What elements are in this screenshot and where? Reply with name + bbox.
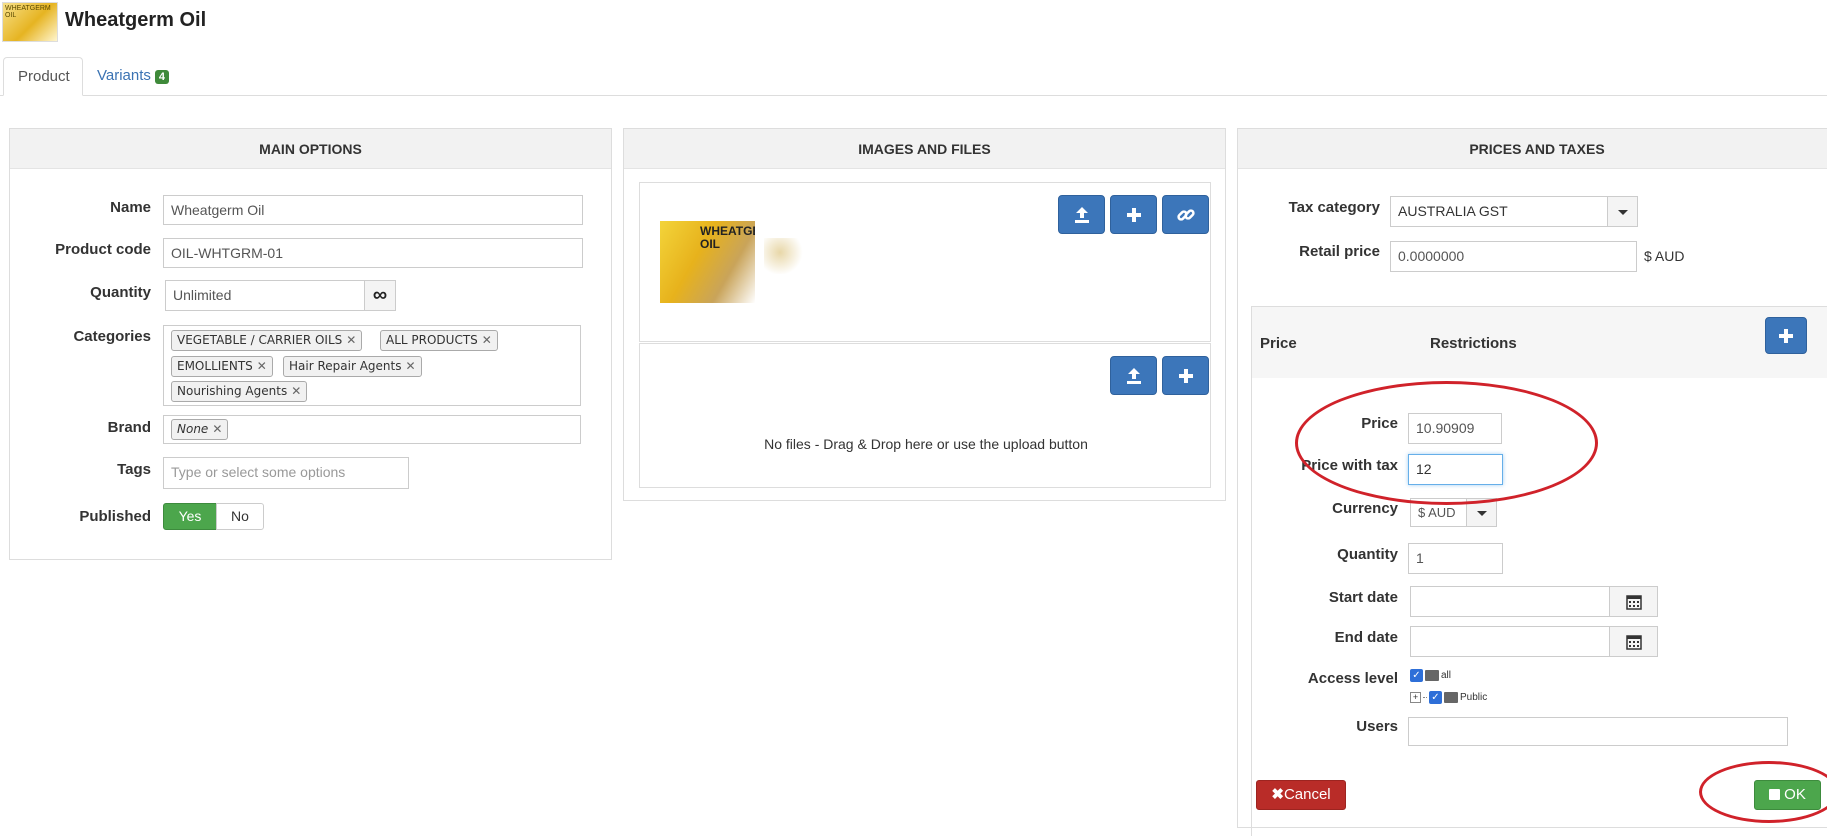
folder-icon	[1444, 691, 1458, 703]
product-code-label: Product code	[55, 241, 151, 258]
categories-select[interactable]: VEGETABLE / CARRIER OILS ✕ ALL PRODUCTS ✕ …	[163, 325, 581, 406]
price-table-header	[1252, 307, 1827, 378]
users-label: Users	[1356, 718, 1398, 735]
images-dropzone[interactable]: WHEATGERM OIL	[639, 182, 1211, 342]
expand-icon: +	[1410, 691, 1421, 703]
tax-category-dropdown-button[interactable]	[1607, 196, 1638, 227]
start-date-input[interactable]	[1410, 586, 1610, 617]
cancel-button[interactable]: ✖Cancel	[1256, 780, 1346, 810]
published-label: Published	[79, 508, 151, 525]
published-yes-button[interactable]: Yes	[163, 503, 217, 530]
plus-icon	[1126, 208, 1141, 222]
tabs-divider	[0, 95, 1827, 96]
tax-category-label: Tax category	[1288, 199, 1380, 216]
access-tree-all[interactable]: ✓ all	[1410, 668, 1451, 682]
page-title: Wheatgerm Oil	[65, 9, 207, 31]
product-image-thumbnail[interactable]: WHEATGERM OIL	[660, 221, 755, 303]
product-image-thumbnail-2[interactable]	[764, 238, 804, 274]
tab-product[interactable]: Product	[3, 57, 83, 96]
remove-icon: ✕	[256, 359, 267, 373]
checkbox-checked-icon: ✓	[1410, 668, 1423, 682]
categories-label: Categories	[73, 328, 151, 345]
main-options-heading: MAIN OPTIONS	[10, 129, 611, 169]
product-code-input[interactable]: OIL-WHTGRM-01	[163, 238, 583, 268]
upload-file-button[interactable]	[1110, 356, 1157, 395]
no-files-message: No files - Drag & Drop here or use the u…	[764, 436, 1088, 452]
calendar-icon	[1625, 635, 1642, 650]
tab-variants[interactable]: Variants 4	[83, 57, 193, 96]
remove-icon: ✕	[481, 333, 492, 347]
tags-label: Tags	[117, 461, 151, 478]
quantity-label: Quantity	[90, 284, 151, 301]
retail-price-input[interactable]: 0.0000000	[1390, 241, 1637, 272]
product-logo: WHEATGERM OIL	[2, 2, 58, 42]
chevron-down-icon	[1617, 210, 1628, 215]
brand-chip[interactable]: None ✕	[171, 419, 229, 440]
remove-icon: ✕	[405, 359, 416, 373]
name-input[interactable]: Wheatgerm Oil	[163, 195, 583, 225]
checkbox-checked-icon: ✓	[1429, 690, 1442, 704]
link-icon	[1176, 209, 1195, 221]
end-date-calendar-button[interactable]	[1609, 626, 1658, 657]
access-level-label: Access level	[1307, 670, 1398, 687]
annotation-circle-price	[1295, 381, 1598, 505]
variants-count-badge: 4	[154, 70, 170, 84]
close-icon: ✖	[1271, 786, 1284, 803]
brand-label: Brand	[107, 419, 151, 436]
plus-icon	[1178, 369, 1193, 383]
users-input[interactable]	[1408, 717, 1788, 746]
currency-label: Currency	[1332, 500, 1398, 517]
remove-icon: ✕	[346, 333, 357, 347]
retail-currency: $ AUD	[1644, 248, 1685, 264]
folder-icon	[1425, 669, 1439, 681]
upload-image-button[interactable]	[1058, 195, 1105, 234]
end-date-input[interactable]	[1410, 626, 1610, 657]
images-files-heading: IMAGES AND FILES	[624, 129, 1225, 169]
link-image-button[interactable]	[1162, 195, 1209, 234]
price-table: Price Restrictions	[1251, 306, 1827, 836]
upload-icon	[1074, 207, 1089, 223]
category-chip[interactable]: Nourishing Agents ✕	[171, 381, 308, 402]
quantity-label: Quantity	[1337, 546, 1398, 563]
retail-price-label: Retail price	[1299, 243, 1380, 260]
category-chip[interactable]: Hair Repair Agents ✕	[283, 356, 422, 377]
add-image-button[interactable]	[1110, 195, 1157, 234]
brand-select[interactable]: None ✕	[163, 415, 581, 444]
files-dropzone[interactable]: No files - Drag & Drop here or use the u…	[639, 343, 1211, 488]
images-files-panel: IMAGES AND FILES WHEATGERM OIL No files …	[623, 128, 1226, 501]
add-file-button[interactable]	[1162, 356, 1209, 395]
plus-icon	[1779, 329, 1793, 343]
name-label: Name	[110, 199, 151, 216]
start-date-calendar-button[interactable]	[1609, 586, 1658, 617]
main-options-panel: MAIN OPTIONS Name Wheatgerm Oil Product …	[9, 128, 612, 560]
price-column-header: Price	[1260, 335, 1297, 352]
annotation-circle-ok	[1699, 761, 1827, 823]
restrictions-column-header: Restrictions	[1430, 335, 1517, 352]
upload-icon	[1126, 368, 1141, 384]
end-date-label: End date	[1334, 629, 1398, 646]
access-tree-public[interactable]: + ✓ Public	[1410, 690, 1487, 704]
category-chip[interactable]: EMOLLIENTS ✕	[171, 356, 273, 377]
category-chip[interactable]: VEGETABLE / CARRIER OILS ✕	[171, 330, 363, 351]
infinity-icon[interactable]: ∞	[364, 280, 396, 311]
prices-taxes-heading: PRICES AND TAXES	[1238, 129, 1827, 169]
remove-icon: ✕	[291, 384, 302, 398]
calendar-icon	[1625, 595, 1642, 610]
quantity-input[interactable]: Unlimited	[165, 280, 365, 311]
tax-category-select[interactable]: AUSTRALIA GST	[1390, 196, 1608, 227]
category-chip[interactable]: ALL PRODUCTS ✕	[380, 330, 498, 351]
quantity-input[interactable]: 1	[1408, 543, 1503, 574]
tags-input[interactable]: Type or select some options	[163, 457, 409, 489]
chevron-down-icon	[1476, 511, 1487, 516]
published-no-button[interactable]: No	[216, 503, 264, 530]
remove-icon: ✕	[212, 422, 223, 436]
start-date-label: Start date	[1328, 589, 1398, 606]
add-price-button[interactable]	[1765, 317, 1807, 354]
